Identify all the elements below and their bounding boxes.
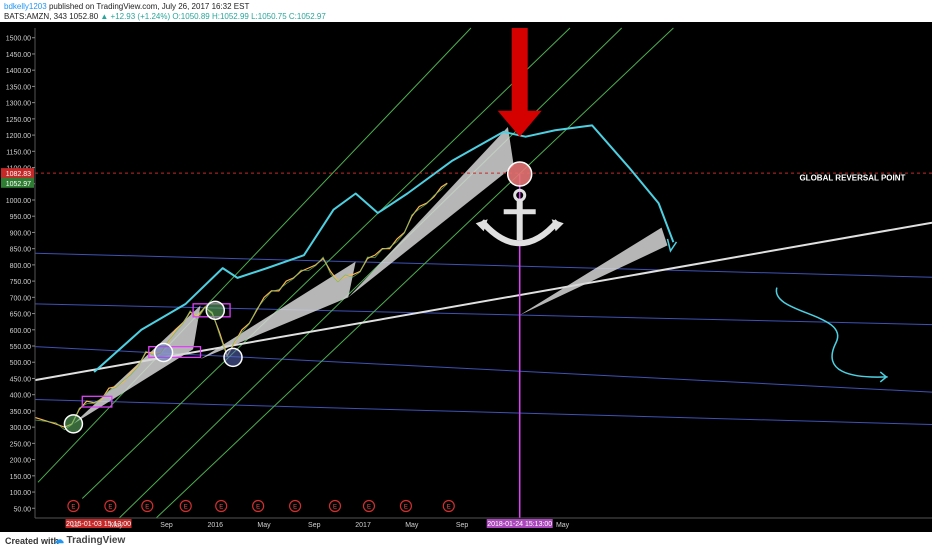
- y-tick-label: 750.00: [10, 279, 32, 286]
- earnings-marker-label: E: [219, 505, 223, 511]
- x-tick-label: 15: [71, 522, 79, 529]
- earnings-marker-label: E: [145, 505, 149, 511]
- y-tick-label: 450.00: [10, 376, 32, 383]
- price-change: ▲ +12.93 (+1.24%): [100, 12, 171, 21]
- x-tick-label: Sep: [160, 522, 173, 529]
- chart-header: bdkelly1203 published on TradingView.com…: [0, 0, 932, 22]
- symbol-line: BATS:AMZN, 343 1052.80 ▲ +12.93 (+1.24%)…: [4, 12, 326, 21]
- y-tick-label: 1500.00: [6, 36, 31, 43]
- y-tick-label: 150.00: [10, 474, 32, 481]
- x-tick-label: May: [556, 522, 570, 529]
- pivot-circle: [223, 347, 243, 368]
- y-tick-label: 550.00: [10, 344, 32, 351]
- last-price: 1052.80: [69, 12, 99, 21]
- y-tick-label: 1250.00: [6, 117, 31, 124]
- price-tag-label: 1082.83: [6, 171, 31, 178]
- footer: Created with ☁ TradingView: [0, 532, 932, 550]
- price-chart[interactable]: GLOBAL REVERSAL POINT 50.00 100.00 150.00 2…: [0, 22, 932, 532]
- x-tick-label: 2018-01-24 15:13:00: [487, 521, 552, 528]
- y-tick-label: 650.00: [10, 312, 32, 319]
- created-with-text: Created with: [5, 536, 60, 546]
- y-tick-label: 1300.00: [6, 101, 31, 108]
- red-arrow-shaft: [511, 28, 528, 113]
- x-tick-label: 2016: [207, 522, 223, 529]
- x-tick-label: May: [405, 522, 419, 529]
- earnings-marker-label: E: [333, 505, 337, 511]
- global-reversal-label: GLOBAL REVERSAL POINT: [799, 174, 905, 183]
- published-text: published on TradingView.com, July 26, 2…: [48, 2, 250, 11]
- green-channel-line: [118, 27, 623, 519]
- price-tag-label: 1052.97: [6, 181, 31, 188]
- earnings-marker-label: E: [447, 505, 451, 511]
- y-tick-label: 1350.00: [6, 84, 31, 91]
- y-tick-label: 400.00: [10, 393, 32, 400]
- earnings-marker-label: E: [256, 505, 260, 511]
- price-line-alt: [34, 183, 448, 431]
- y-tick-label: 50.00: [13, 506, 31, 513]
- x-tick-label: 2017: [355, 522, 371, 529]
- y-tick-label: 200.00: [10, 458, 32, 465]
- y-tick-label: 600.00: [10, 328, 32, 335]
- y-tick-label: 950.00: [10, 214, 32, 221]
- pivot-circle: [205, 300, 226, 321]
- y-tick-label: 1200.00: [6, 133, 31, 140]
- pivot-circle: [153, 342, 174, 363]
- tradingview-cloud-icon: ☁: [54, 535, 64, 546]
- blue-trend-line: [34, 252, 932, 278]
- x-tick-label: Sep: [308, 522, 321, 529]
- pivot-circle: [63, 414, 84, 434]
- earnings-marker-label: E: [367, 505, 371, 511]
- y-tick-label: 1150.00: [6, 149, 31, 156]
- squiggle-arrow: [775, 287, 888, 378]
- fan-projection: [519, 227, 668, 316]
- y-tick-label: 500.00: [10, 360, 32, 367]
- publish-line: bdkelly1203 published on TradingView.com…: [4, 2, 249, 11]
- reversal-point-circle: [506, 161, 533, 187]
- x-tick-label: Sep: [456, 522, 469, 529]
- y-tick-label: 350.00: [10, 409, 32, 416]
- tradingview-brand[interactable]: ☁ TradingView: [54, 535, 125, 546]
- symbol-info: BATS:AMZN, 343: [4, 12, 67, 21]
- earnings-marker-label: E: [71, 505, 75, 511]
- chart-area[interactable]: GLOBAL REVERSAL POINT 50.00 100.00 150.00 2…: [0, 22, 932, 532]
- y-tick-label: 1450.00: [6, 52, 31, 59]
- ohlc-values: O:1050.89 H:1052.99 L:1050.75 C:1052.97: [172, 12, 326, 21]
- y-tick-label: 1000.00: [6, 198, 31, 205]
- y-tick-label: 850.00: [10, 247, 32, 254]
- y-tick-label: 700.00: [10, 295, 32, 302]
- anchor-stock: [503, 209, 536, 215]
- tradingview-name: TradingView: [66, 535, 126, 546]
- author-link[interactable]: bdkelly1203: [4, 2, 47, 11]
- fan-projection: [73, 305, 201, 424]
- y-tick-label: 250.00: [10, 441, 32, 448]
- y-axis-panel: [0, 22, 35, 532]
- blue-trend-line: [34, 399, 932, 426]
- earnings-marker-label: E: [184, 505, 188, 511]
- y-tick-label: 1400.00: [6, 68, 31, 75]
- earnings-marker-label: E: [108, 505, 112, 511]
- earnings-marker-label: E: [293, 505, 297, 511]
- earnings-marker-label: E: [404, 505, 408, 511]
- x-tick-label: May: [257, 522, 271, 529]
- y-tick-label: 800.00: [10, 263, 32, 270]
- y-tick-label: 300.00: [10, 425, 32, 432]
- y-tick-label: 900.00: [10, 230, 32, 237]
- y-tick-label: 100.00: [10, 490, 32, 497]
- anchor-shank: [516, 200, 523, 241]
- fan-projection: [348, 126, 514, 298]
- x-tick-label: May: [110, 522, 124, 529]
